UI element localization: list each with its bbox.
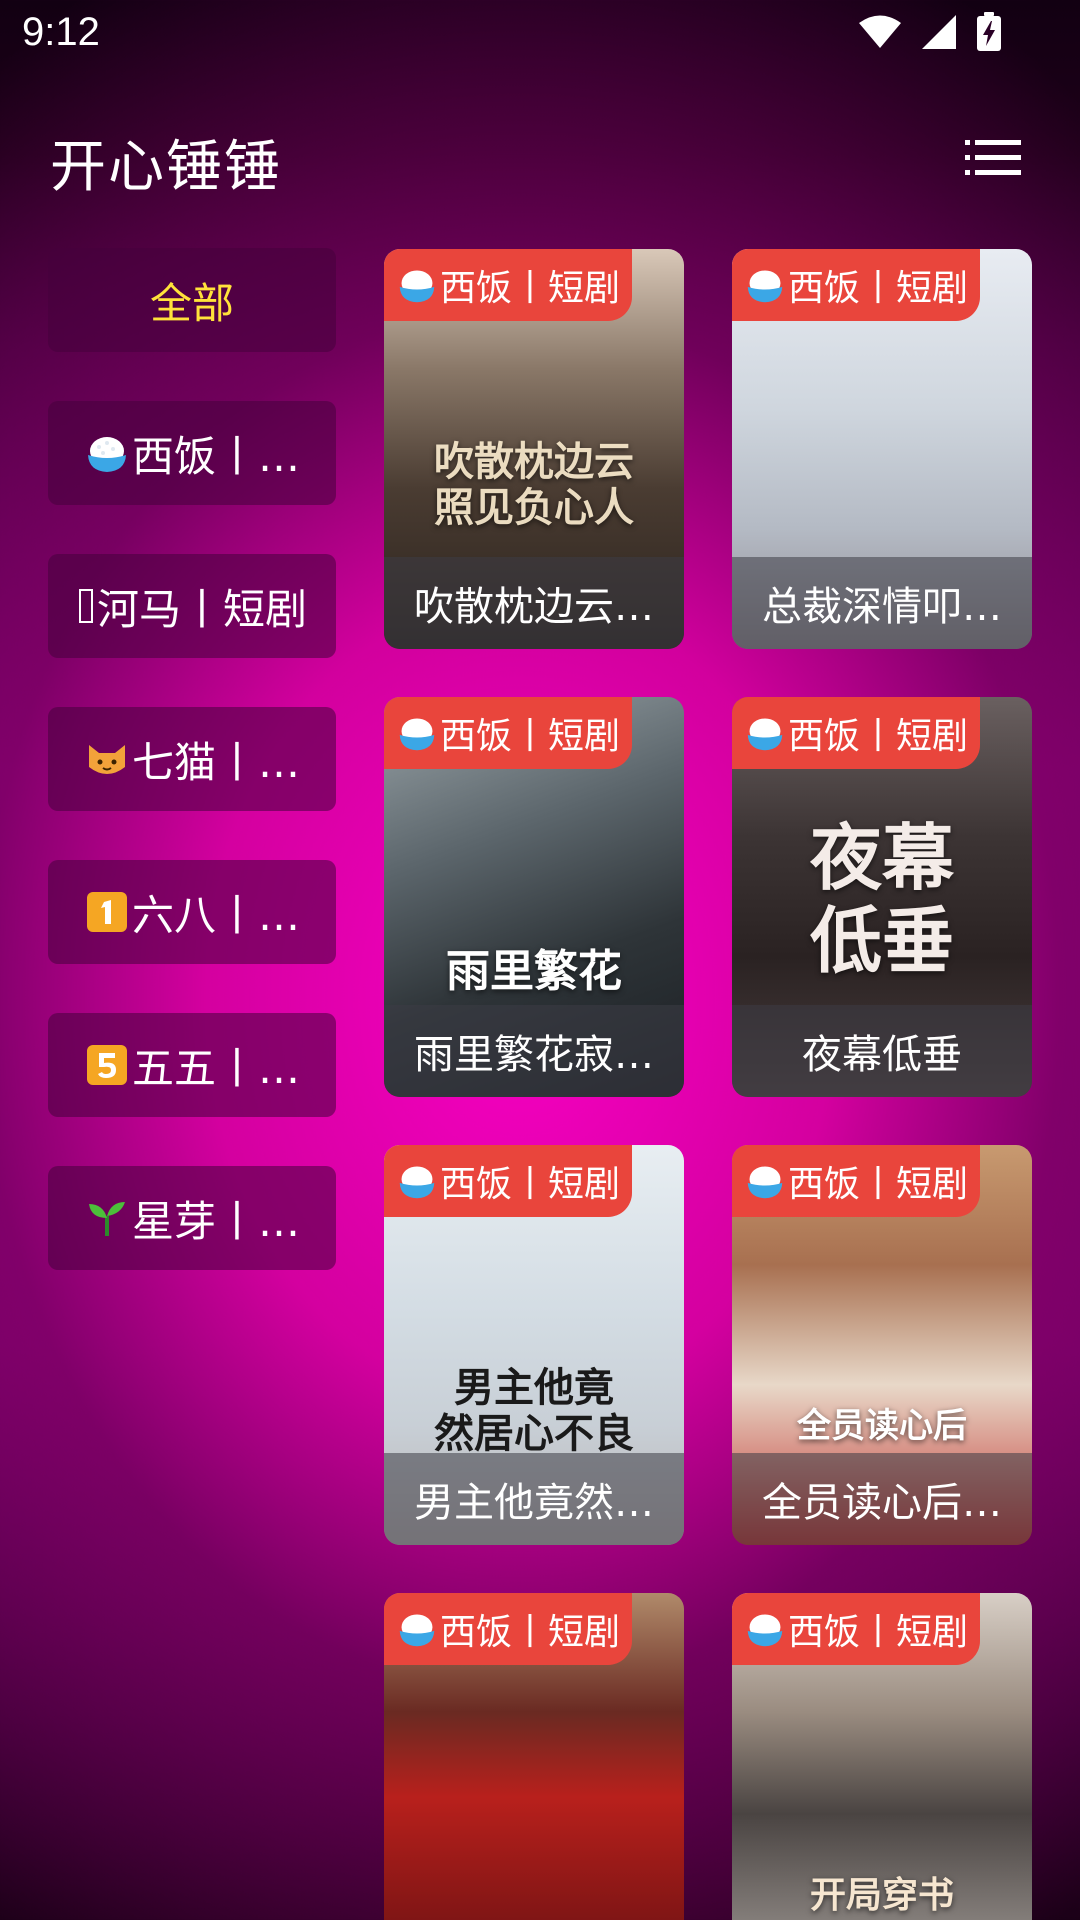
source-badge: 西饭丨短剧 — [384, 1593, 632, 1665]
card-title: 总裁深情叩… — [762, 584, 1002, 630]
category-hema[interactable]: 河马丨短剧 — [48, 554, 336, 658]
card-title-bar: 吹散枕边云… — [384, 557, 684, 649]
category-all[interactable]: 全部 — [48, 248, 336, 352]
poster-caption: 雨里繁花 — [446, 946, 622, 997]
poster-caption: 吹散枕边云 照见负心人 — [434, 438, 634, 531]
drama-card[interactable]: 开局穿书 西饭丨短剧 — [732, 1593, 1032, 1920]
signal-icon — [920, 13, 958, 51]
card-title: 吹散枕边云… — [414, 584, 654, 630]
rice-bowl-icon — [394, 710, 440, 756]
card-title-bar: 全员读心后… — [732, 1453, 1032, 1545]
rice-bowl-icon — [394, 1606, 440, 1652]
card-title-bar: 男主他竟然… — [384, 1453, 684, 1545]
status-icons — [858, 12, 1002, 52]
rice-bowl-icon — [84, 430, 130, 476]
poster-caption: 全员读心后 — [797, 1406, 967, 1446]
category-xingya[interactable]: 星芽丨… — [48, 1166, 336, 1270]
category-label: 五五丨… — [131, 1043, 300, 1093]
status-bar: 9:12 — [0, 0, 1080, 80]
badge-label: 西饭丨短剧 — [440, 268, 621, 309]
source-badge: 西饭丨短剧 — [732, 1145, 980, 1217]
drama-card[interactable]: 西饭丨短剧 总裁深情叩… — [732, 249, 1032, 649]
rice-bowl-icon — [742, 1606, 788, 1652]
drama-card[interactable]: 吹散枕边云 照见负心人 西饭丨短剧 吹散枕边云… — [384, 249, 684, 649]
badge-label: 西饭丨短剧 — [788, 716, 969, 757]
card-title: 夜幕低垂 — [802, 1032, 962, 1078]
menu-button[interactable] — [962, 136, 1026, 184]
source-badge: 西饭丨短剧 — [732, 1593, 980, 1665]
status-time: 9:12 — [22, 10, 100, 54]
badge-label: 西饭丨短剧 — [788, 1612, 969, 1653]
category-xifan[interactable]: 西饭丨… — [48, 401, 336, 505]
category-label: 全部 — [149, 278, 234, 328]
card-title: 雨里繁花寂… — [414, 1032, 654, 1078]
card-title-bar: 夜幕低垂 — [732, 1005, 1032, 1097]
wifi-icon — [858, 14, 902, 50]
drama-card[interactable]: 雨里繁花 西饭丨短剧 雨里繁花寂… — [384, 697, 684, 1097]
category-liuba[interactable]: 六八丨… — [48, 860, 336, 964]
source-badge: 西饭丨短剧 — [384, 697, 632, 769]
badge-label: 西饭丨短剧 — [788, 268, 969, 309]
badge-label: 西饭丨短剧 — [788, 1164, 969, 1205]
card-title-bar: 总裁深情叩… — [732, 557, 1032, 649]
rice-bowl-icon — [394, 1158, 440, 1204]
list-menu-icon — [965, 138, 1023, 182]
category-label: 六八丨… — [131, 890, 300, 940]
source-badge: 西饭丨短剧 — [732, 697, 980, 769]
source-badge: 西饭丨短剧 — [732, 249, 980, 321]
category-label: 星芽丨… — [131, 1196, 300, 1246]
keycap-1-icon — [84, 889, 130, 935]
drama-card[interactable]: 夜幕 低垂 西饭丨短剧 夜幕低垂 — [732, 697, 1032, 1097]
keycap-5-icon — [84, 1042, 130, 1088]
category-wuwu[interactable]: 五五丨… — [48, 1013, 336, 1117]
poster-caption: 夜幕 低垂 — [809, 815, 954, 983]
badge-label: 西饭丨短剧 — [440, 1612, 621, 1653]
category-label: 西饭丨… — [131, 431, 300, 481]
rice-bowl-icon — [742, 710, 788, 756]
rice-bowl-icon — [394, 262, 440, 308]
poster-caption: 开局穿书 — [809, 1874, 954, 1916]
poster-caption: 男主他竟 然居心不良 — [434, 1364, 634, 1457]
card-title-bar: 雨里繁花寂… — [384, 1005, 684, 1097]
category-qimao[interactable]: 七猫丨… — [48, 707, 336, 811]
drama-card[interactable]: 男主他竟 然居心不良 西饭丨短剧 男主他竟然… — [384, 1145, 684, 1545]
source-badge: 西饭丨短剧 — [384, 1145, 632, 1217]
card-title: 男主他竟然… — [414, 1480, 654, 1526]
category-label: 七猫丨… — [131, 737, 300, 787]
card-title: 全员读心后… — [762, 1480, 1002, 1526]
cat-face-icon — [84, 736, 130, 782]
rice-bowl-icon — [742, 262, 788, 308]
battery-charging-icon — [976, 12, 1002, 52]
seedling-icon — [84, 1195, 130, 1241]
missing-glyph-icon — [77, 583, 95, 629]
drama-card[interactable]: 西饭丨短剧 — [384, 1593, 684, 1920]
drama-card[interactable]: 全员读心后 西饭丨短剧 全员读心后… — [732, 1145, 1032, 1545]
app-title: 开心锤锤 — [50, 135, 282, 200]
category-label: 河马丨短剧 — [96, 584, 307, 634]
rice-bowl-icon — [742, 1158, 788, 1204]
badge-label: 西饭丨短剧 — [440, 1164, 621, 1205]
source-badge: 西饭丨短剧 — [384, 249, 632, 321]
badge-label: 西饭丨短剧 — [440, 716, 621, 757]
